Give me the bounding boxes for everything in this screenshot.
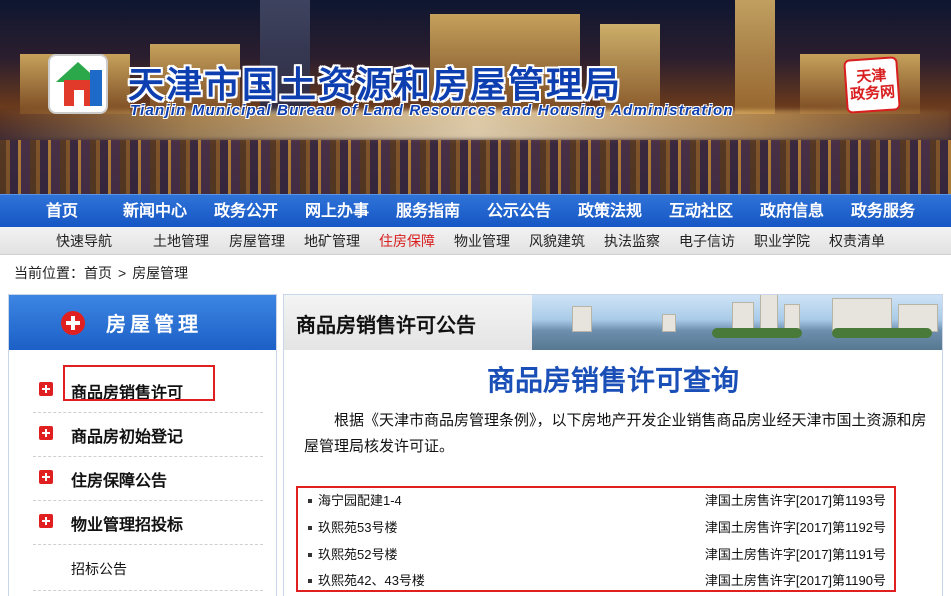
skyline-trees xyxy=(712,328,802,338)
subnav-e-petition[interactable]: 电子信访 xyxy=(679,227,735,255)
nav-news-center[interactable]: 新闻中心 xyxy=(123,195,187,228)
nav-interactive-community[interactable]: 互动社区 xyxy=(669,195,733,228)
sidebar-title: 房屋管理 xyxy=(106,314,202,336)
sidebar-item-label: 商品房销售许可 xyxy=(71,385,184,402)
banner-river-reflection xyxy=(0,140,951,194)
permit-project-name[interactable]: 玖熙苑42、43号楼 xyxy=(318,568,425,594)
skyline-building xyxy=(662,314,676,332)
breadcrumb: 当前位置：首页 > 房屋管理 xyxy=(14,262,188,284)
nav-government-services[interactable]: 政务服务 xyxy=(851,195,915,228)
site-title-cn: 天津市国土资源和房屋管理局 xyxy=(128,64,623,106)
nav-service-guide[interactable]: 服务指南 xyxy=(396,195,460,228)
main-navigation: 首页 新闻中心 政务公开 网上办事 服务指南 公示公告 政策法规 互动社区 政府… xyxy=(0,194,951,227)
sidebar: 房屋管理 商品房销售许可 商品房初始登记 住房保障公告 物业管理招投标 招标公告 xyxy=(8,294,277,596)
subnav-heritage-buildings[interactable]: 风貌建筑 xyxy=(529,227,585,255)
nav-online-services[interactable]: 网上办事 xyxy=(305,195,369,228)
plus-icon xyxy=(39,514,53,528)
plus-icon xyxy=(39,426,53,440)
main-content: 商品房销售许可公告 商品房销售许可查询 根据《天津市商品房管理条例》，以下房地产… xyxy=(283,294,943,596)
permit-project-name[interactable]: 海宁园配建1-4 xyxy=(318,488,402,514)
section-title: 商品房销售许可公告 xyxy=(296,315,476,337)
permit-number[interactable]: 津国土房售许字[2017]第1190号 xyxy=(705,568,886,594)
bullet-icon xyxy=(308,579,312,583)
skyline-building xyxy=(832,298,892,332)
skyline-building xyxy=(760,295,778,332)
content-header: 商品房销售许可公告 xyxy=(284,295,942,350)
red-cross-icon xyxy=(61,311,85,335)
breadcrumb-separator-icon: > xyxy=(118,265,127,281)
subnav-property-management[interactable]: 物业管理 xyxy=(454,227,510,255)
page-title: 商品房销售许可查询 xyxy=(486,364,739,397)
plus-icon xyxy=(39,470,53,484)
bullet-icon xyxy=(308,526,312,530)
plus-icon xyxy=(39,382,53,396)
logo-blue-bar xyxy=(90,70,102,106)
permit-number[interactable]: 津国土房售许字[2017]第1191号 xyxy=(705,542,886,568)
quick-navigation-bar: 快速导航 土地管理 房屋管理 地矿管理 住房保障 物业管理 风貌建筑 执法监察 … xyxy=(0,227,951,255)
permit-list-item[interactable]: 玖熙苑52号楼 津国土房售许字[2017]第1191号 xyxy=(306,542,886,568)
subnav-housing-management[interactable]: 房屋管理 xyxy=(229,227,285,255)
nav-policies-regulations[interactable]: 政策法规 xyxy=(578,195,642,228)
nav-home[interactable]: 首页 xyxy=(46,195,78,228)
bullet-icon xyxy=(308,499,312,503)
sidebar-item-tender-announcement[interactable]: 招标公告 xyxy=(33,547,263,591)
subnav-land-management[interactable]: 土地管理 xyxy=(153,227,209,255)
permit-list: 海宁园配建1-4 津国土房售许字[2017]第1193号 玖熙苑53号楼 津国土… xyxy=(296,486,896,592)
sidebar-item-label: 招标公告 xyxy=(71,561,127,577)
subnav-power-list[interactable]: 权责清单 xyxy=(829,227,885,255)
permit-project-name[interactable]: 玖熙苑53号楼 xyxy=(318,515,397,541)
breadcrumb-home-link[interactable]: 首页 xyxy=(84,265,112,281)
nav-government-affairs[interactable]: 政务公开 xyxy=(214,195,278,228)
sidebar-item-sales-permit[interactable]: 商品房销售许可 xyxy=(33,365,263,413)
permit-list-item[interactable]: 玖熙苑53号楼 津国土房售许字[2017]第1192号 xyxy=(306,515,886,541)
intro-paragraph: 根据《天津市商品房管理条例》，以下房地产开发企业销售商品房业经天津市国土资源和房… xyxy=(304,412,927,455)
nav-government-info[interactable]: 政府信息 xyxy=(760,195,824,228)
permit-project-name[interactable]: 玖熙苑52号楼 xyxy=(318,542,397,568)
skyline-trees xyxy=(832,328,932,338)
banner-clock-tower xyxy=(735,0,775,114)
sidebar-item-initial-registration[interactable]: 商品房初始登记 xyxy=(33,413,263,457)
subnav-law-enforcement[interactable]: 执法监察 xyxy=(604,227,660,255)
permit-list-item[interactable]: 玖熙苑42、43号楼 津国土房售许字[2017]第1190号 xyxy=(306,568,886,594)
bullet-icon xyxy=(308,553,312,557)
sidebar-header: 房屋管理 xyxy=(9,295,276,350)
subnav-vocational-college[interactable]: 职业学院 xyxy=(754,227,810,255)
sidebar-item-label: 物业管理招投标 xyxy=(71,517,184,534)
breadcrumb-current[interactable]: 房屋管理 xyxy=(132,265,188,281)
header-banner: 天津市国土资源和房屋管理局 Tianjin Municipal Bureau o… xyxy=(0,0,951,194)
sidebar-item-label: 住房保障公告 xyxy=(71,473,168,490)
permit-list-item[interactable]: 海宁园配建1-4 津国土房售许字[2017]第1193号 xyxy=(306,488,886,514)
sidebar-item-housing-security-notice[interactable]: 住房保障公告 xyxy=(33,457,263,501)
skyline-building xyxy=(572,306,592,332)
sidebar-item-property-tender[interactable]: 物业管理招投标 xyxy=(33,501,263,545)
breadcrumb-prefix: 当前位置： xyxy=(14,265,84,281)
permit-number[interactable]: 津国土房售许字[2017]第1192号 xyxy=(705,515,886,541)
subnav-mineral-management[interactable]: 地矿管理 xyxy=(304,227,360,255)
site-title-en: Tianjin Municipal Bureau of Land Resourc… xyxy=(130,102,734,119)
permit-number[interactable]: 津国土房售许字[2017]第1193号 xyxy=(705,488,886,514)
bureau-logo[interactable] xyxy=(48,54,108,114)
nav-public-notices[interactable]: 公示公告 xyxy=(487,195,551,228)
subnav-housing-security[interactable]: 住房保障 xyxy=(379,227,435,255)
sidebar-item-label: 商品房初始登记 xyxy=(71,429,184,446)
quick-nav-label: 快速导航 xyxy=(56,233,112,249)
city-skyline-photo xyxy=(532,295,942,350)
tianjin-gov-seal[interactable]: 天津 政务网 xyxy=(843,56,901,114)
